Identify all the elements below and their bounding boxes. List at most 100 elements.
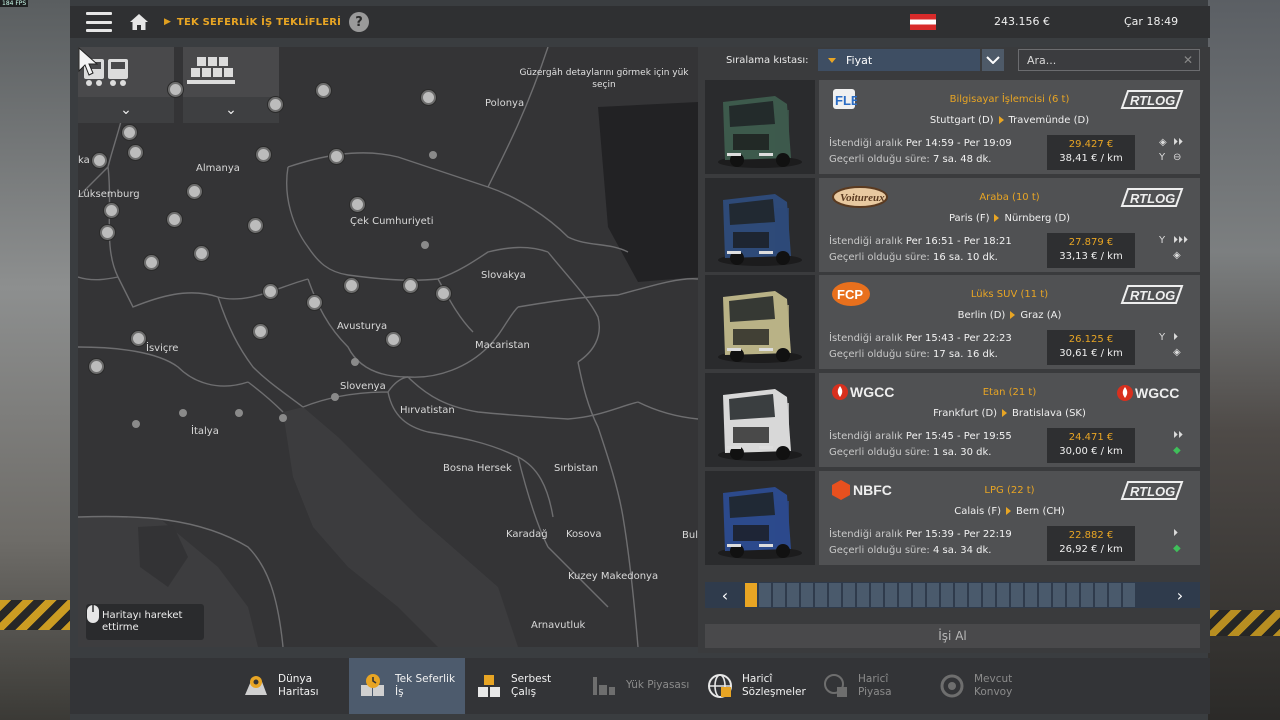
cargo-special-icon: Y [1159,152,1166,163]
city-pin[interactable] [268,97,283,112]
time-range-label: İstendiği aralık [829,236,903,247]
menu-icon[interactable] [86,12,112,32]
page-cell[interactable] [1109,583,1121,607]
cargo-name: Araba (10 t) [979,192,1040,203]
job-offer-card[interactable]: FCP RTLOG Lüks SUV (11 t) Berlin (D) Graz (A… [705,275,1200,369]
cargo-filter-toggle[interactable]: ⌄ [183,47,279,123]
city-pin[interactable] [131,331,146,346]
map-label-hungary: Macaristan [475,340,530,351]
tab-world-map[interactable]: Dünya Haritası [242,658,350,714]
job-offer-card[interactable]: WGCC WGCC Etan (21 t) Frankfurt (D) Bratisla… [705,373,1200,467]
page-cell[interactable] [1025,583,1037,607]
city-pin[interactable] [350,197,365,212]
tab-freelance[interactable]: Serbest Çalış [475,658,583,714]
page-cell[interactable] [1095,583,1107,607]
price-box: 29.427 € 38,41 € / km [1047,135,1135,170]
page-cell[interactable] [913,583,925,607]
job-offer-card[interactable]: FLE RTLOG Bilgisayar İşlemcisi (6 t) Stuttg… [705,80,1200,174]
city-pin[interactable] [167,212,182,227]
page-cell[interactable] [1011,583,1023,607]
city-pin[interactable] [128,145,143,160]
city-pin[interactable] [403,278,418,293]
page-cell[interactable] [1053,583,1065,607]
map-move-hint[interactable]: Haritayı hareket ettirme [86,604,204,640]
page-cell[interactable] [773,583,785,607]
city-pin[interactable] [100,225,115,240]
job-offer-card[interactable]: Voitureux RTLOG Araba (10 t) Paris (F) Nürnb… [705,178,1200,272]
city-pin[interactable] [187,184,202,199]
city-pin[interactable] [194,246,209,261]
city-pin[interactable] [329,149,344,164]
city-pin[interactable] [168,82,183,97]
price-box: 27.879 € 33,13 € / km [1047,233,1135,268]
city-pin[interactable] [316,83,331,98]
page-cell[interactable] [1067,583,1079,607]
search-input[interactable] [1019,53,1169,67]
page-cell[interactable] [759,583,771,607]
tab-convoy[interactable]: Mevcut Konvoy [938,658,1048,714]
map-label-switzerland: İsviçre [146,343,179,354]
time-range: Per 15:43 - Per 22:23 [905,333,1012,344]
offer-price: 26.125 € [1068,334,1114,345]
page-cell[interactable] [801,583,813,607]
city-pin[interactable] [144,255,159,270]
take-job-button[interactable]: İşi Al [705,624,1200,648]
city-pin[interactable] [386,332,401,347]
page-cell[interactable] [843,583,855,607]
page-cell[interactable] [899,583,911,607]
page-cell[interactable] [997,583,1009,607]
page-cell[interactable] [857,583,869,607]
page-cell[interactable] [745,583,757,607]
price-per-km: 38,41 € / km [1059,153,1123,164]
page-cell[interactable] [1039,583,1051,607]
page-cell[interactable] [787,583,799,607]
page-cells [745,583,1160,607]
map-label-bulgaria: Bul [682,530,698,541]
city-pin[interactable] [256,147,271,162]
city-pin[interactable] [436,286,451,301]
tab-external-contracts[interactable]: Haricî Sözleşmeler [706,658,822,714]
city-pin[interactable] [122,125,137,140]
city-pin[interactable] [92,153,107,168]
page-cell[interactable] [955,583,967,607]
page-cell[interactable] [969,583,981,607]
city-pin[interactable] [421,90,436,105]
map-label-slovakia: Slovakya [481,270,526,281]
job-offer-card[interactable]: NBFC RTLOG LPG (22 t) Calais (F) Bern (CH) İs… [705,471,1200,565]
city-pin[interactable] [344,278,359,293]
sort-dropdown-button[interactable] [982,49,1004,71]
city-pin[interactable] [263,284,278,299]
city-pin[interactable] [253,324,268,339]
city-pin[interactable] [104,203,119,218]
valid-row: Geçerli olduğu süre: 16 sa. 10 dk. [829,252,998,263]
page-cell[interactable] [815,583,827,607]
city-pin[interactable] [89,359,104,374]
map-label-slovenia: Slovenya [340,381,386,392]
home-icon[interactable] [128,11,150,33]
route-speed-icon: ⏵⏵ [1173,137,1183,148]
previous-page-button[interactable]: ‹ [705,582,745,608]
map-label-montenegro: Karadağ [506,529,548,540]
page-cell[interactable] [983,583,995,607]
page-cell[interactable] [871,583,883,607]
page-cell[interactable] [1081,583,1093,607]
city-pin[interactable] [307,295,322,310]
valid-row: Geçerli olduğu süre: 4 sa. 34 dk. [829,545,991,556]
page-cell[interactable] [829,583,841,607]
page-cell[interactable] [927,583,939,607]
tab-single-job[interactable]: Tek Seferlik İş [349,658,465,714]
tab-external-market[interactable]: Haricî Piyasa [822,658,932,714]
game-clock: Çar 18:49 [1124,15,1179,28]
sort-select[interactable]: Fiyat [818,49,980,71]
clear-search-icon[interactable]: ✕ [1183,53,1193,67]
world-map[interactable]: ⌄ ⌄ Güzergâh detaylarını görmek için yük… [78,47,698,647]
tab-freight-market[interactable]: Yük Piyasası [590,658,700,714]
background-stripe [0,600,70,630]
page-cell[interactable] [885,583,897,607]
page-cell[interactable] [941,583,953,607]
search-field[interactable]: ✕ [1018,49,1200,71]
page-cell[interactable] [1123,583,1135,607]
next-page-button[interactable]: › [1160,582,1200,608]
city-pin[interactable] [248,218,263,233]
help-button[interactable]: ? [349,12,370,32]
